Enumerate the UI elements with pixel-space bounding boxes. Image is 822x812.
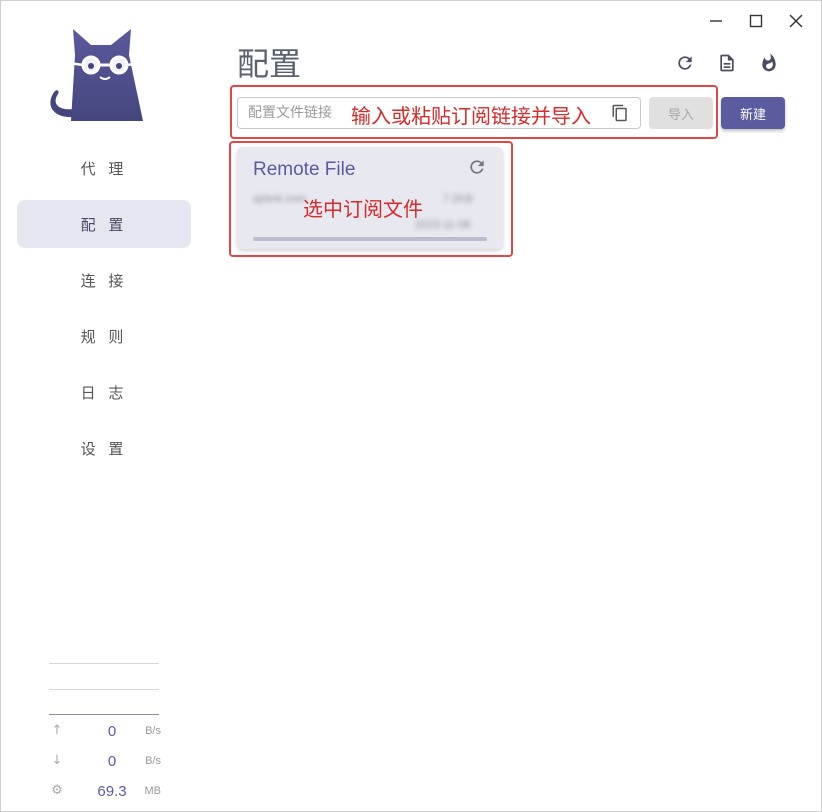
- page-title: 配置: [237, 45, 302, 83]
- app-window: 代 理 配 置 连 接 规 则 日 志 设 置 ↑ 0 B/s ↓ 0 B/s …: [0, 0, 822, 812]
- download-speed: ↓ 0 B/s: [49, 753, 161, 773]
- sidebar-item-proxy[interactable]: 代 理: [17, 144, 191, 192]
- download-value: 0: [107, 753, 117, 770]
- maximize-icon[interactable]: [741, 9, 771, 33]
- sidebar-item-profiles[interactable]: 配 置: [17, 200, 191, 248]
- memory-usage: ⚙ 69.3 MB: [49, 783, 161, 803]
- upload-value: 0: [107, 723, 117, 740]
- arrow-down-icon: ↓: [51, 753, 63, 768]
- app-logo: [45, 25, 149, 125]
- annotation-import-hint: 输入或粘贴订阅链接并导入: [351, 104, 591, 128]
- minimize-icon[interactable]: [701, 9, 731, 33]
- upload-unit: B/s: [145, 725, 161, 737]
- sidebar-item-logs[interactable]: 日 志: [17, 368, 191, 416]
- sidebar-item-settings[interactable]: 设 置: [17, 424, 191, 472]
- close-icon[interactable]: [781, 9, 811, 33]
- annotation-select-hint: 选中订阅文件: [303, 197, 423, 221]
- traffic-divider: [49, 663, 159, 664]
- new-profile-button[interactable]: 新建: [721, 97, 785, 129]
- refresh-icon[interactable]: [673, 51, 697, 75]
- sidebar-item-connections[interactable]: 连 接: [17, 256, 191, 304]
- traffic-divider: [49, 689, 159, 690]
- memory-value: 69.3: [97, 783, 127, 800]
- upload-speed: ↑ 0 B/s: [49, 723, 161, 743]
- document-icon[interactable]: [715, 51, 739, 75]
- memory-chip-icon: ⚙: [51, 783, 63, 798]
- download-unit: B/s: [145, 755, 161, 767]
- memory-unit: MB: [144, 785, 162, 797]
- sidebar-item-rules[interactable]: 规 则: [17, 312, 191, 360]
- traffic-divider: [49, 714, 159, 715]
- arrow-up-icon: ↑: [51, 723, 63, 738]
- flame-icon[interactable]: [757, 51, 781, 75]
